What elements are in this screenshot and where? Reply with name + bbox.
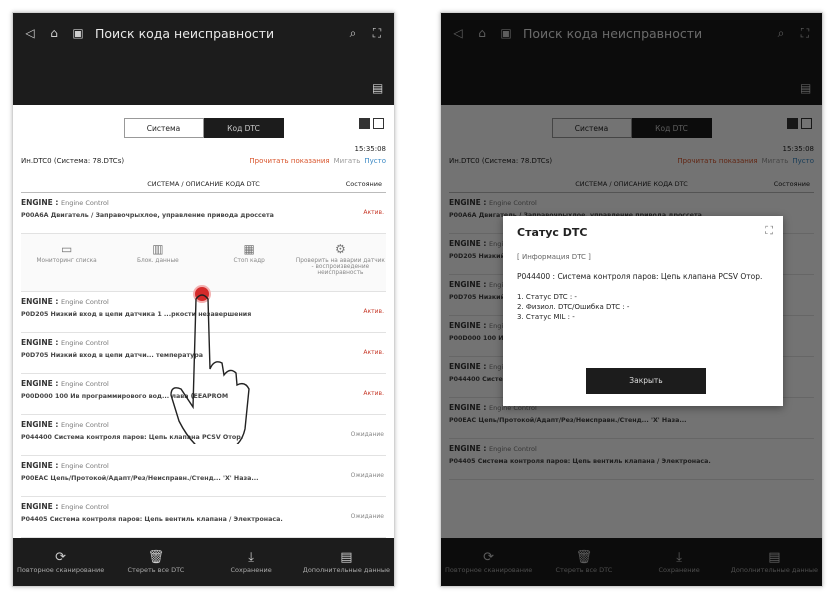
row-system: ENGINE	[21, 297, 53, 306]
fullscreen-icon[interactable]: ⛶	[370, 26, 384, 40]
snapshot-icon: ▦	[243, 242, 255, 256]
status-badge: Ожидание	[350, 513, 384, 520]
status-badge: Актив.	[363, 390, 384, 397]
action-label: Блок. данные	[137, 258, 179, 264]
table-header: СИСТЕМА / ОПИСАНИЕ КОДА DTC Состояние	[21, 175, 386, 193]
filter-blink[interactable]: Мигать	[334, 157, 361, 165]
row-desc: P00A6A Двигатель / Заправочрыхлое, управ…	[21, 212, 274, 219]
row-system: ENGINE	[21, 420, 53, 429]
expand-icon[interactable]: ⛶	[765, 224, 773, 238]
close-button[interactable]: Закрыть	[586, 368, 706, 394]
tab-system[interactable]: Система	[123, 118, 204, 138]
action-label: Мониторинг списка	[36, 258, 97, 264]
status-badge: Ожидание	[350, 472, 384, 479]
row-system: ENGINE	[21, 502, 53, 511]
row-system: ENGINE	[21, 338, 53, 347]
table-row[interactable]: ENGINE : Engine ControlP04405 Система ко…	[21, 497, 386, 538]
action-monitor[interactable]: ▭ Мониторинг списка	[21, 234, 112, 291]
row-sub: Engine Control	[60, 380, 109, 388]
row-system: ENGINE	[21, 198, 53, 207]
gear-icon: ⚙	[334, 242, 346, 256]
dialog-subtitle: [ Информация DTC ]	[517, 253, 591, 261]
row-system: ENGINE	[21, 379, 53, 388]
phone-screen-left: ◁ ⌂ ▣ Поиск кода неисправности ⌕ ⛶ ▤ Сис…	[12, 12, 395, 587]
action-check[interactable]: ⚙ Проверить на аварии датчик - воспроизве…	[295, 234, 386, 291]
row-desc: P04405 Система контроля паров: Цепь вент…	[21, 516, 283, 523]
row-sub: Engine Control	[60, 339, 109, 347]
phone-screen-right: ◁ ⌂ ▣ Поиск кода неисправности ⌕ ⛶ ▤ Сис…	[440, 12, 823, 587]
status-badge: Ожидание	[350, 431, 384, 438]
dtc-status-dialog: Статус DTC ⛶ [ Информация DTC ] P044400 …	[503, 216, 783, 406]
home-icon[interactable]: ⌂	[47, 26, 61, 40]
row-desc: P00EAC Цепь/Протокой/Адапт/Рез/Неисправн…	[21, 475, 259, 482]
pointing-hand-icon	[170, 294, 250, 444]
status-badge: Актив.	[363, 308, 384, 315]
app-bar: ◁ ⌂ ▣ Поиск кода неисправности ⌕ ⛶ ▤	[13, 13, 394, 105]
search-icon[interactable]: ⌕	[346, 26, 360, 40]
view-tabs: Система Код DTC	[13, 113, 394, 143]
save-button[interactable]: ⤓Сохранение	[204, 550, 299, 574]
row-actions: ▭ Мониторинг списка ▥ Блок. данные ▦ Стоп к…	[21, 234, 386, 292]
action-label: Стоп кадр	[233, 258, 265, 264]
timestamp: 15:35:08	[354, 145, 386, 153]
row-sub: Engine Control	[60, 421, 109, 429]
button-label: Стереть все DTC	[127, 566, 185, 574]
monitor-icon: ▭	[60, 242, 73, 256]
grid-view-icon[interactable]	[359, 118, 370, 129]
rescan-button[interactable]: ⟳Повторное сканирование	[13, 550, 108, 574]
row-sub: Engine Control	[60, 298, 109, 306]
extra-data-button[interactable]: ▤Дополнительные данные	[299, 550, 394, 574]
clear-dtc-button[interactable]: 🗑Стереть все DTC	[108, 550, 203, 574]
button-label: Сохранение	[230, 566, 272, 574]
header-desc: СИСТЕМА / ОПИСАНИЕ КОДА DTC	[147, 179, 260, 188]
dialog-item: 2. Физиол. DTC/Ошибка DTC : -	[517, 303, 630, 311]
button-label: Повторное сканирование	[17, 566, 105, 574]
dialog-item: 1. Статус DTC : -	[517, 293, 577, 301]
dialog-title: Статус DTC	[517, 226, 588, 239]
table-row[interactable]: ENGINE : Engine ControlP00EAC Цепь/Прото…	[21, 456, 386, 497]
back-icon[interactable]: ◁	[23, 26, 37, 40]
print-icon[interactable]: ▤	[372, 81, 386, 95]
action-snapshot[interactable]: ▦ Стоп кадр	[204, 234, 295, 291]
row-system: ENGINE	[21, 461, 53, 470]
table-row[interactable]: ENGINE : Engine Control P00A6A Двигатель…	[21, 193, 386, 234]
bottom-toolbar: ⟳Повторное сканирование 🗑Стереть все DTC…	[13, 538, 394, 586]
dtc-summary: Ин.DTC0 (Система: 78.DTCs)	[21, 157, 125, 165]
car-icon[interactable]: ▣	[71, 26, 85, 40]
app-title: Поиск кода неисправности	[95, 25, 275, 41]
filter-read[interactable]: Прочитать показания	[249, 157, 329, 165]
download-icon: ⤓	[248, 550, 254, 565]
tab-dtc[interactable]: Код DTC	[203, 118, 284, 138]
action-label: Проверить на аварии датчик - воспроизвед…	[295, 258, 385, 276]
status-badge: Актив.	[363, 209, 384, 216]
data-icon: ▥	[152, 242, 164, 256]
dialog-description: P044400 : Система контроля паров: Цепь к…	[517, 272, 763, 281]
header-status: Состояние	[345, 179, 382, 188]
document-icon: ▤	[340, 550, 353, 565]
trash-icon: 🗑	[147, 550, 165, 565]
row-sub: Engine Control	[60, 462, 109, 470]
action-freeze[interactable]: ▥ Блок. данные	[112, 234, 203, 291]
button-label: Дополнительные данные	[302, 566, 390, 574]
dialog-item: 3. Статус MIL : -	[517, 313, 575, 321]
row-sub: Engine Control	[60, 199, 109, 207]
list-view-icon[interactable]	[373, 118, 384, 129]
row-sub: Engine Control	[60, 503, 109, 511]
status-badge: Актив.	[363, 349, 384, 356]
refresh-icon: ⟳	[55, 550, 67, 565]
view-toggle[interactable]	[359, 118, 384, 129]
filter-empty[interactable]: Пусто	[364, 157, 386, 165]
